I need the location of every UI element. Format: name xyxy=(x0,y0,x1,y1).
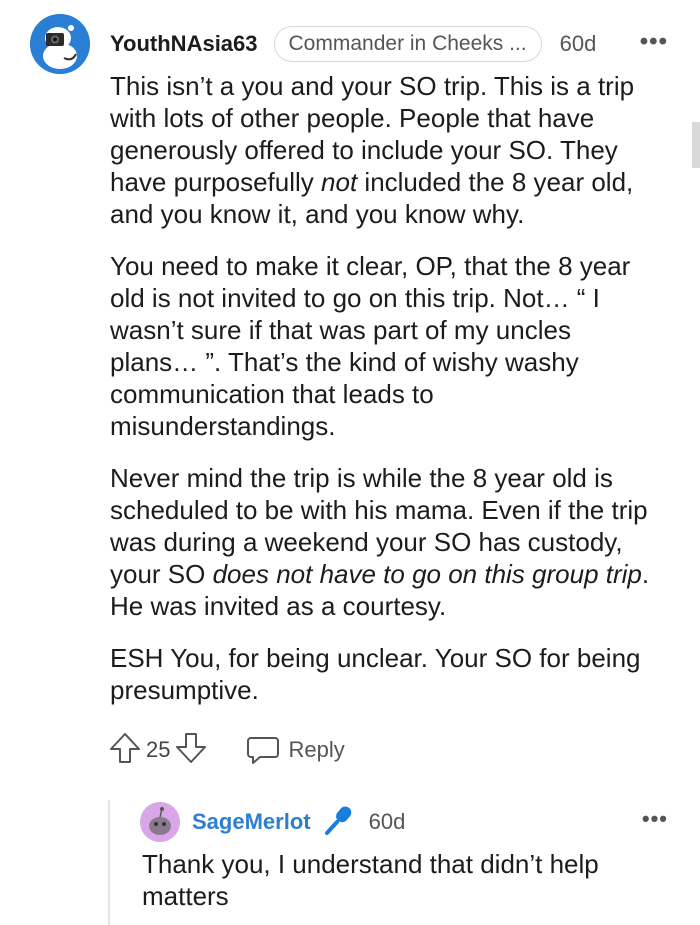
reply-username[interactable]: SageMerlot xyxy=(192,809,311,835)
avatar[interactable] xyxy=(30,14,90,74)
user-flair: Commander in Cheeks ... xyxy=(273,26,542,62)
text-run: ESH You, for being unclear. Your SO for … xyxy=(110,643,641,705)
snoo-avatar-icon xyxy=(140,802,180,842)
reply-avatar[interactable] xyxy=(140,802,180,842)
username[interactable]: YouthNAsia63 xyxy=(110,31,258,57)
reply-body: Thank you, I understand that didn’t help… xyxy=(142,849,599,911)
comment-paragraph: ESH You, for being unclear. Your SO for … xyxy=(110,642,665,706)
microphone-icon xyxy=(323,804,355,841)
emphasized-text: not xyxy=(321,167,358,197)
downvote-icon[interactable] xyxy=(174,731,208,770)
reply-header: SageMerlot 60d xyxy=(192,804,406,841)
reply-bubble-icon xyxy=(247,737,280,764)
snoo-avatar-icon xyxy=(30,14,90,74)
comment-paragraph: Never mind the trip is while the 8 year … xyxy=(110,462,665,622)
comment-age: 60d xyxy=(559,31,597,56)
comment-paragraph: You need to make it clear, OP, that the … xyxy=(110,250,665,442)
comment-actions: 25 Reply xyxy=(108,730,345,770)
scrollbar[interactable] xyxy=(692,122,700,168)
upvote-icon[interactable] xyxy=(108,731,142,770)
text-run: You need to make it clear, OP, that the … xyxy=(110,251,631,441)
vote-count: 25 xyxy=(146,737,171,762)
reply-age: 60d xyxy=(368,809,406,834)
comment-paragraph: This isn’t a you and your SO trip. This … xyxy=(110,70,665,230)
comment-body: This isn’t a you and your SO trip. This … xyxy=(110,70,665,726)
overflow-menu-icon[interactable]: ••• xyxy=(640,28,668,56)
reply-label: Reply xyxy=(288,737,345,762)
reply-thread: SageMerlot 60d ••• Thank you, I understa… xyxy=(108,800,700,925)
reply-button[interactable]: Reply xyxy=(246,735,345,765)
comment-header: YouthNAsia63 Commander in Cheeks ... 60d xyxy=(110,24,670,64)
emphasized-text: does not have to go on this group trip xyxy=(212,559,642,589)
overflow-menu-icon[interactable]: ••• xyxy=(642,806,668,832)
